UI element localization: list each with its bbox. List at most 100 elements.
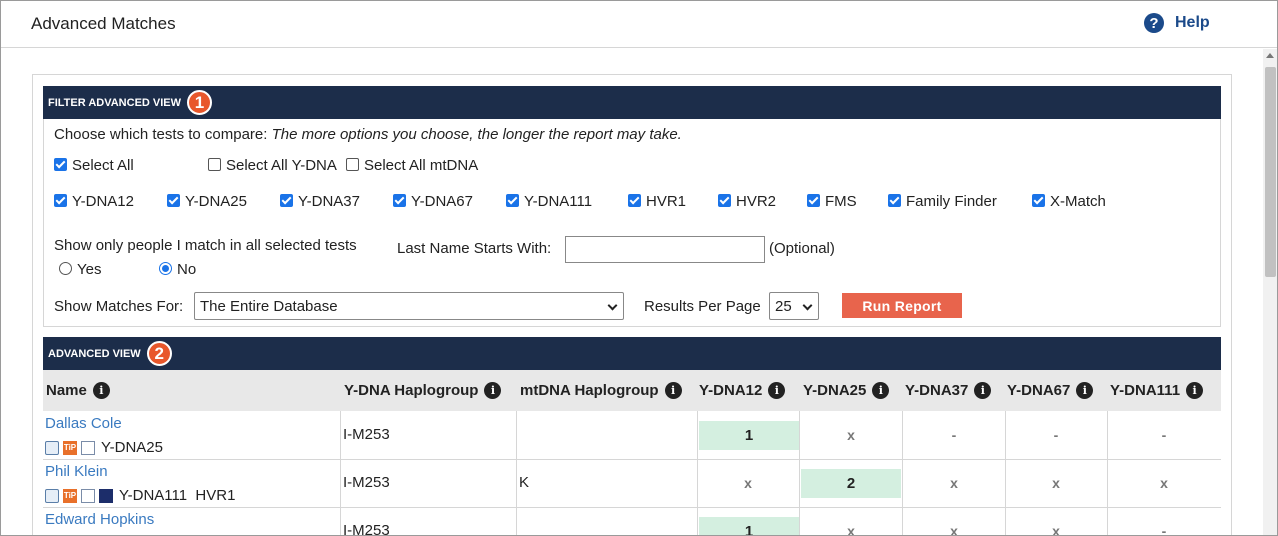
test-checkbox-x-match[interactable]: X-Match (1032, 193, 1106, 210)
vertical-scrollbar[interactable] (1263, 49, 1277, 535)
radio-selected-icon[interactable] (159, 262, 172, 275)
column-divider (340, 411, 341, 535)
test-checkbox-hvr2[interactable]: HVR2 (718, 193, 776, 210)
per-page-select[interactable]: 25 (769, 292, 819, 320)
help-link[interactable]: ? Help (1144, 13, 1210, 33)
column-divider (516, 411, 517, 535)
email-icon[interactable] (45, 488, 59, 503)
ydna25-cell[interactable]: 2 (801, 469, 901, 498)
test-checkbox-fms[interactable]: FMS (807, 193, 857, 210)
ydna67-cell: - (1053, 427, 1059, 443)
column-header-ydna25[interactable]: Y-DNA25 i (803, 382, 890, 399)
match-name-link[interactable]: Edward Hopkins (45, 511, 154, 528)
info-icon[interactable]: i (768, 382, 786, 399)
info-icon[interactable]: i (92, 382, 110, 399)
select-all-ydna-checkbox[interactable]: Select All Y-DNA (208, 157, 337, 174)
checkbox-checked-icon[interactable] (1032, 194, 1045, 207)
ydna37-cell: x (950, 475, 958, 491)
test-checkbox-ydna12[interactable]: Y-DNA12 (54, 193, 134, 210)
notes-icon[interactable] (81, 488, 95, 503)
info-icon[interactable]: i (1186, 382, 1204, 399)
info-icon[interactable]: i (872, 382, 890, 399)
checkbox-checked-icon[interactable] (506, 194, 519, 207)
checkbox-checked-icon[interactable] (54, 158, 67, 171)
test-checkbox-ydna25[interactable]: Y-DNA25 (167, 193, 247, 210)
ydna-haplogroup-cell: I-M253 (343, 474, 390, 491)
column-header-ydna111[interactable]: Y-DNA111 i (1110, 382, 1204, 399)
ydna12-cell[interactable]: 1 (699, 517, 799, 535)
app-window: Advanced Matches ? Help FILTER ADVANCED … (0, 0, 1278, 536)
column-divider (1005, 411, 1006, 535)
select-all-mtdna-checkbox[interactable]: Select All mtDNA (346, 157, 478, 174)
test-checkbox-ydna67[interactable]: Y-DNA67 (393, 193, 473, 210)
lastname-label: Last Name Starts With: (397, 240, 552, 257)
per-page-value: 25 (775, 297, 792, 315)
show-for-select[interactable]: The Entire Database (194, 292, 624, 320)
notes-icon[interactable] (81, 440, 95, 455)
ydna-haplogroup-cell: I-M253 (343, 522, 390, 536)
ydna37-cell: - (951, 427, 957, 443)
column-divider (902, 411, 903, 535)
column-header-ydna-haplogroup[interactable]: Y-DNA Haplogroup i (344, 382, 502, 399)
ydna-haplogroup-cell: I-M253 (343, 426, 390, 443)
table-row: Dallas Cole TiP Y-DNA25 I-M253 1 x - - - (43, 412, 1221, 460)
tip-icon[interactable]: TiP (63, 488, 77, 503)
email-icon[interactable] (45, 440, 59, 455)
test-checkbox-hvr1[interactable]: HVR1 (628, 193, 686, 210)
info-icon[interactable]: i (974, 382, 992, 399)
match-name-link[interactable]: Dallas Cole (45, 415, 122, 432)
filter-section-title: FILTER ADVANCED VIEW (48, 96, 182, 109)
scroll-up-icon[interactable] (1266, 53, 1274, 58)
column-divider (1107, 411, 1108, 535)
checkbox-checked-icon[interactable] (54, 194, 67, 207)
checkbox-checked-icon[interactable] (280, 194, 293, 207)
show-for-value: The Entire Database (200, 297, 338, 315)
step-badge-2: 2 (146, 341, 172, 366)
info-icon[interactable]: i (664, 382, 682, 399)
match-all-yes-radio[interactable]: Yes (59, 261, 101, 278)
checkbox-unchecked-icon[interactable] (208, 158, 221, 171)
column-divider (799, 411, 800, 535)
scroll-thumb[interactable] (1265, 67, 1276, 277)
match-all-no-radio[interactable]: No (159, 261, 196, 278)
chevron-down-icon (802, 300, 813, 311)
checkbox-checked-icon[interactable] (393, 194, 406, 207)
checkbox-checked-icon[interactable] (888, 194, 901, 207)
column-header-ydna37[interactable]: Y-DNA37 i (905, 382, 992, 399)
checkbox-unchecked-icon[interactable] (346, 158, 359, 171)
family-tree-icon[interactable] (99, 488, 113, 503)
ydna111-cell: x (1160, 475, 1168, 491)
show-for-label: Show Matches For: (54, 298, 184, 315)
chevron-down-icon (607, 300, 618, 311)
ydna67-cell: x (1052, 475, 1060, 491)
compare-intro-note: The more options you choose, the longer … (271, 126, 682, 143)
lastname-input[interactable] (565, 236, 765, 263)
test-checkbox-ydna111[interactable]: Y-DNA111 (506, 193, 592, 210)
help-icon: ? (1144, 13, 1164, 33)
checkbox-checked-icon[interactable] (167, 194, 180, 207)
help-label: Help (1175, 14, 1210, 31)
column-header-name[interactable]: Name i (46, 382, 110, 399)
ydna37-cell: x (950, 523, 958, 536)
per-page-label: Results Per Page (644, 298, 761, 315)
checkbox-checked-icon[interactable] (718, 194, 731, 207)
test-checkbox-family-finder[interactable]: Family Finder (888, 193, 997, 210)
checkbox-checked-icon[interactable] (807, 194, 820, 207)
mtdna-haplogroup-cell: K (519, 474, 530, 491)
match-name-link[interactable]: Phil Klein (45, 463, 108, 480)
tip-icon[interactable]: TiP (63, 440, 77, 455)
column-header-ydna67[interactable]: Y-DNA67 i (1007, 382, 1094, 399)
lastname-optional-hint: (Optional) (769, 240, 835, 257)
advanced-section-header: ADVANCED VIEW 2 (43, 337, 1221, 370)
ydna12-cell[interactable]: 1 (699, 421, 799, 450)
info-icon[interactable]: i (1076, 382, 1094, 399)
select-all-checkbox[interactable]: Select All (54, 157, 134, 174)
run-report-button[interactable]: Run Report (842, 293, 962, 318)
column-header-mtdna-haplogroup[interactable]: mtDNA Haplogroup i (520, 382, 682, 399)
checkbox-checked-icon[interactable] (628, 194, 641, 207)
match-tests: Y-DNA111 HVR1 (119, 487, 236, 504)
info-icon[interactable]: i (484, 382, 502, 399)
radio-unselected-icon[interactable] (59, 262, 72, 275)
test-checkbox-ydna37[interactable]: Y-DNA37 (280, 193, 360, 210)
column-header-ydna12[interactable]: Y-DNA12 i (699, 382, 786, 399)
